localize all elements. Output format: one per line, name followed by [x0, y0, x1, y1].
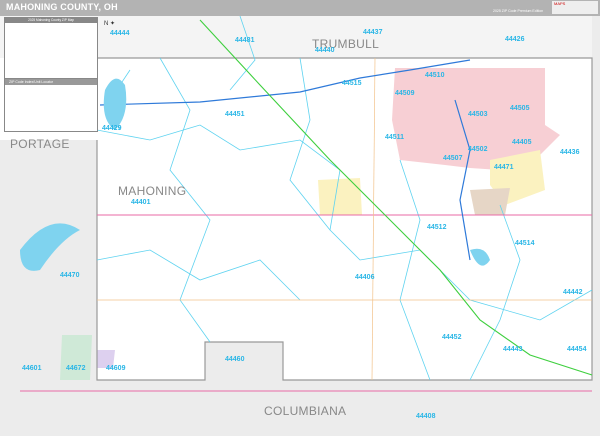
zip-label-44601[interactable]: 44601 — [22, 365, 41, 372]
zip-label-44452[interactable]: 44452 — [442, 334, 461, 341]
zip-label-44426[interactable]: 44426 — [505, 36, 524, 43]
zip-label-44460[interactable]: 44460 — [225, 356, 244, 363]
zip-label-44405[interactable]: 44405 — [512, 139, 531, 146]
zip-label-44503[interactable]: 44503 — [468, 111, 487, 118]
zip-label-44515[interactable]: 44515 — [342, 80, 361, 87]
edition-label: 2025 ZIP Code Premium Edition — [493, 9, 544, 13]
zip-label-44502[interactable]: 44502 — [468, 146, 487, 153]
zip-label-44406[interactable]: 44406 — [355, 274, 374, 281]
zip-label-44505[interactable]: 44505 — [510, 105, 529, 112]
zip-label-44511[interactable]: 44511 — [385, 134, 404, 141]
publisher-logo: MAPS — [552, 1, 598, 14]
logo-text: MAPS — [554, 1, 566, 6]
zip-label-44672[interactable]: 44672 — [66, 365, 85, 372]
zip-label-44470[interactable]: 44470 — [60, 272, 79, 279]
zip-label-44510[interactable]: 44510 — [425, 72, 444, 79]
zip-label-44436[interactable]: 44436 — [560, 149, 579, 156]
zip-label-44443[interactable]: 44443 — [503, 346, 522, 353]
zip-label-44481[interactable]: 44481 — [235, 37, 254, 44]
zip-label-44408[interactable]: 44408 — [416, 413, 435, 420]
zip-label-44401[interactable]: 44401 — [131, 199, 150, 206]
map-header: MAHONING COUNTY, OH 2025 ZIP Code Premiu… — [0, 0, 600, 16]
compass-rose: N ✦ — [104, 21, 116, 27]
zip-label-44429[interactable]: 44429 — [102, 125, 121, 132]
boardman-area — [318, 178, 362, 215]
sebring-area — [60, 335, 92, 380]
zip-label-44437[interactable]: 44437 — [363, 29, 382, 36]
index-title: ZIP Code Index/Unit Locator — [5, 79, 97, 85]
county-label-columbiana: COLUMBIANA — [264, 404, 347, 418]
zip-label-44509[interactable]: 44509 — [395, 90, 414, 97]
zip-label-44512[interactable]: 44512 — [427, 224, 446, 231]
zip-label-44507[interactable]: 44507 — [443, 155, 462, 162]
zip-label-44440[interactable]: 44440 — [315, 47, 334, 54]
zip-label-44444[interactable]: 44444 — [110, 30, 129, 37]
map-legend: 2025 Mahoning County ZIP Map — [4, 17, 98, 79]
north-label: N — [104, 21, 109, 27]
zip-label-44471[interactable]: 44471 — [494, 164, 513, 171]
map-title: MAHONING COUNTY, OH — [6, 2, 118, 12]
zip-label-44451[interactable]: 44451 — [225, 111, 244, 118]
county-label-mahoning: MAHONING — [118, 184, 187, 198]
campbell-area — [470, 188, 510, 215]
county-label-portage: PORTAGE — [10, 137, 70, 151]
zip-index-table: ZIP Code Index/Unit Locator — [4, 78, 98, 132]
zip-label-44609[interactable]: 44609 — [106, 365, 125, 372]
zip-label-44514[interactable]: 44514 — [515, 240, 534, 247]
zip-label-44442[interactable]: 44442 — [563, 289, 582, 296]
outside-county-right — [592, 16, 600, 436]
zip-label-44454[interactable]: 44454 — [567, 346, 586, 353]
legend-title: 2025 Mahoning County ZIP Map — [5, 18, 97, 23]
